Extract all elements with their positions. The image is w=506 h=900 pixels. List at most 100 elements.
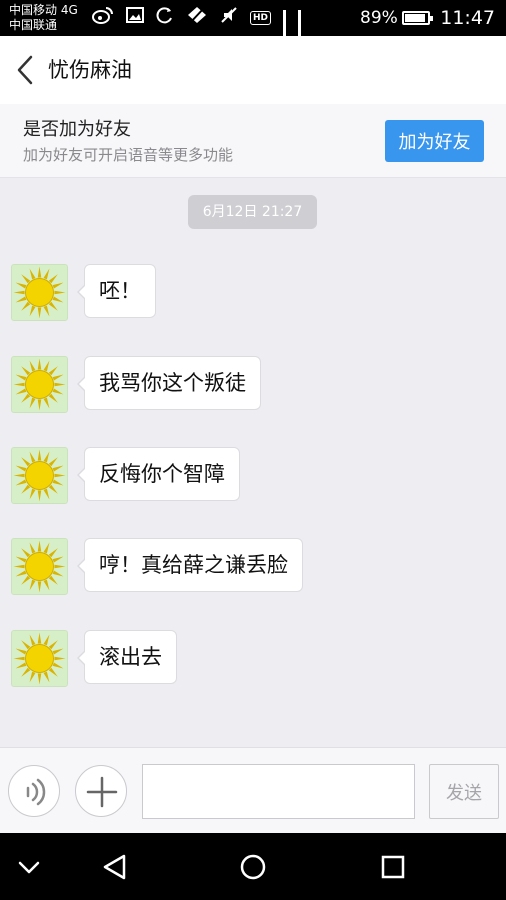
add-friend-button[interactable]: 加为好友 [385, 120, 484, 162]
sun-ray [37, 307, 42, 319]
sun-ray [52, 570, 64, 577]
sun-ray [37, 490, 42, 502]
battery-percent: 89% [360, 8, 398, 28]
image-icon [126, 7, 144, 29]
clock: 11:47 [440, 7, 495, 29]
sun-ray [37, 581, 42, 593]
status-bar: 中国移动 4G 中国联通 HD 89% 11:47 [0, 0, 506, 64]
sun-ray [15, 556, 27, 563]
avatar[interactable] [11, 538, 68, 595]
back-triangle-icon[interactable] [94, 846, 136, 888]
signal-icon-2 [298, 10, 302, 60]
message-bubble[interactable]: 呸！ [77, 264, 156, 318]
sun-ray [21, 667, 31, 677]
sun-ray [48, 667, 58, 677]
sun-ray [48, 457, 58, 467]
avatar[interactable] [11, 630, 68, 687]
chevron-left-icon [17, 55, 33, 85]
sun-ray [52, 374, 64, 381]
battery-icon [402, 11, 433, 25]
sun-ray [15, 282, 27, 289]
input-bar: 发送 [0, 747, 506, 833]
sun-ray [29, 542, 36, 554]
sun-ray [54, 290, 66, 295]
battery-level [405, 14, 425, 22]
hd-icon: HD [250, 11, 272, 25]
chevron-down-icon[interactable] [8, 846, 50, 888]
sun-ray [37, 399, 42, 411]
weibo-icon [92, 6, 114, 30]
message-bubble[interactable]: 反悔你个智障 [77, 447, 240, 501]
sun-ray [52, 282, 64, 289]
sync-icon [156, 6, 174, 30]
carrier-info: 中国移动 4G 中国联通 [9, 3, 78, 33]
sun-ray [54, 564, 66, 569]
banner-title: 是否加为好友 [23, 119, 131, 140]
sun-ray [48, 640, 58, 650]
sun-ray [52, 465, 64, 472]
sun-ray [21, 366, 31, 376]
mute-icon [220, 6, 238, 30]
sun-ray [29, 634, 36, 646]
sun-core [25, 461, 54, 490]
carrier-2: 中国联通 [9, 18, 58, 32]
more-button[interactable] [75, 765, 127, 817]
sun-avatar-icon [13, 632, 66, 685]
sun-ray [37, 632, 42, 644]
chat-header: 忧伤麻油 [0, 36, 506, 104]
sun-ray [43, 305, 50, 317]
recents-square-icon[interactable] [372, 846, 414, 888]
send-button[interactable]: 发送 [429, 764, 499, 819]
system-nav-bar [0, 833, 506, 900]
message-input[interactable] [142, 764, 415, 819]
sun-ray [54, 382, 66, 387]
back-button[interactable] [12, 54, 40, 86]
sun-ray [43, 451, 50, 463]
message-bubble[interactable]: 我骂你这个叛徒 [77, 356, 261, 410]
sun-ray [29, 579, 36, 591]
home-circle-icon[interactable] [232, 846, 274, 888]
sun-ray [37, 673, 42, 685]
sun-ray [15, 648, 27, 655]
sun-ray [21, 640, 31, 650]
sun-ray [43, 542, 50, 554]
sun-ray [43, 488, 50, 500]
sun-ray [52, 648, 64, 655]
sun-ray [43, 634, 50, 646]
carrier-1: 中国移动 4G [9, 3, 78, 17]
sun-ray [13, 656, 25, 661]
message-bubble[interactable]: 哼！真给薛之谦丢脸 [77, 538, 303, 592]
voice-icon [26, 778, 46, 806]
sun-ray [29, 268, 36, 280]
sun-ray [37, 358, 42, 370]
sun-ray [52, 296, 64, 303]
page-title: 忧伤麻油 [48, 58, 132, 82]
sun-ray [48, 575, 58, 585]
message-row: 反悔你个智障 [0, 447, 506, 505]
sun-core [25, 278, 54, 307]
avatar[interactable] [11, 264, 68, 321]
sun-ray [29, 305, 36, 317]
sun-ray [48, 366, 58, 376]
sun-ray [21, 575, 31, 585]
avatar[interactable] [11, 356, 68, 413]
sun-ray [43, 397, 50, 409]
sun-ray [13, 564, 25, 569]
sun-avatar-icon [13, 449, 66, 502]
voice-button[interactable] [8, 765, 60, 817]
sun-ray [37, 540, 42, 552]
sun-ray [43, 579, 50, 591]
sun-avatar-icon [13, 358, 66, 411]
sun-ray [48, 274, 58, 284]
sun-ray [21, 301, 31, 311]
avatar[interactable] [11, 447, 68, 504]
sun-ray [52, 479, 64, 486]
sun-core [25, 644, 54, 673]
message-bubble[interactable]: 滚出去 [77, 630, 177, 684]
plus-icon [86, 776, 118, 808]
sun-ray [48, 484, 58, 494]
sun-core [25, 552, 54, 581]
sun-ray [52, 388, 64, 395]
sun-ray [21, 484, 31, 494]
sun-ray [43, 360, 50, 372]
